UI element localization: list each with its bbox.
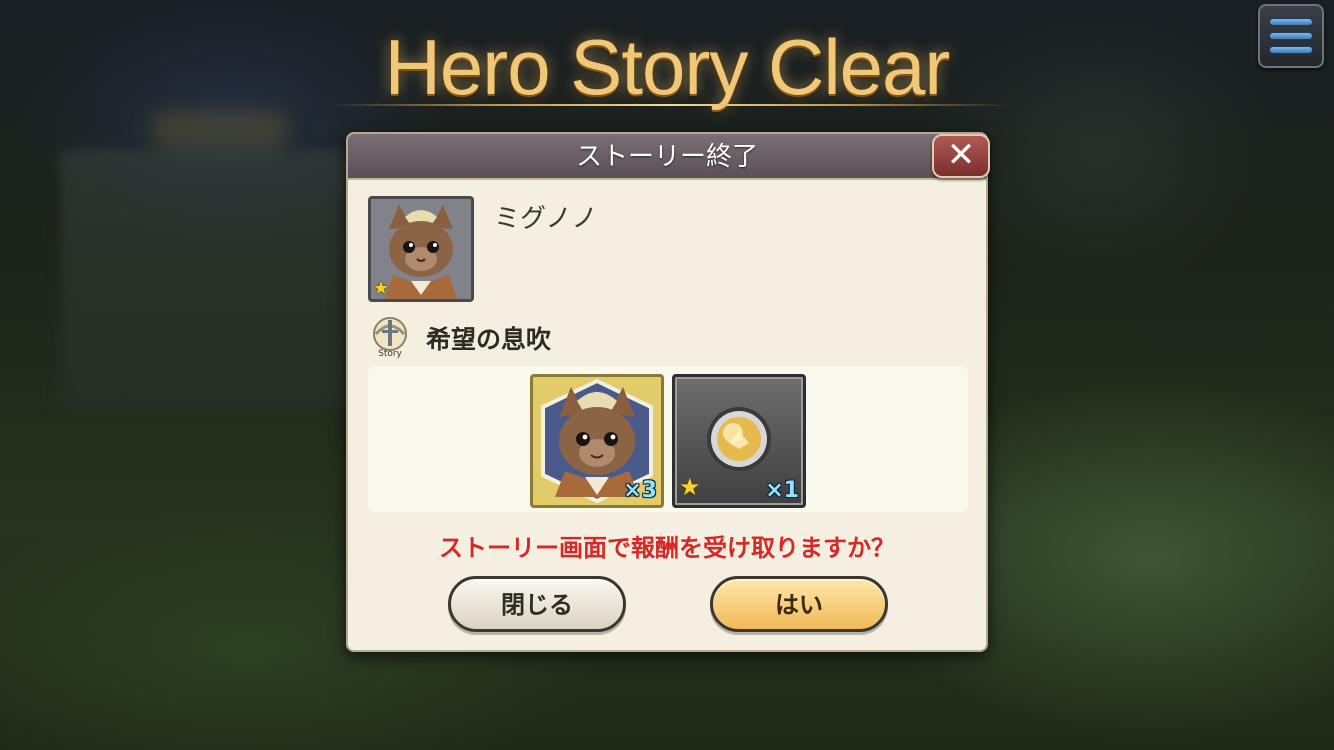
reward-quantity: ×3 [623,478,657,503]
rarity-star-icon: ★ [373,278,390,299]
hero-portrait[interactable]: ★ [368,196,474,302]
background-building [60,150,380,410]
close-x-icon[interactable]: ✕ [932,134,990,178]
story-complete-dialog: ストーリー終了 ✕ ★ ミグノノ Story 希望の息吹 ×3 ★ ×1 ストー… [346,132,990,652]
close-button[interactable]: 閉じる [448,576,626,632]
story-title: 希望の息吹 [426,325,552,354]
reward-quantity: ×1 [765,478,799,503]
reward-question: ストーリー画面で報酬を受け取りますか？ [439,534,895,562]
dialog-title: ストーリー終了 [348,134,986,180]
hamburger-menu-icon[interactable] [1258,4,1324,68]
screen-title: Hero Story Clear [384,23,951,111]
reward-item-orb[interactable]: ★ ×1 [672,374,806,508]
menu-bar [1269,32,1313,40]
background-light [150,110,290,150]
hero-name: ミグノノ [494,204,598,234]
title-divider [330,104,1010,106]
reward-list: ×3 ★ ×1 [368,366,968,512]
menu-bar [1269,46,1313,54]
rarity-star-icon: ★ [679,473,701,501]
story-icon-label: Story [378,349,402,358]
yes-button[interactable]: はい [710,576,888,632]
story-sword-icon: Story [368,314,412,359]
menu-bar [1269,18,1313,26]
reward-item-hero[interactable]: ×3 [530,374,664,508]
